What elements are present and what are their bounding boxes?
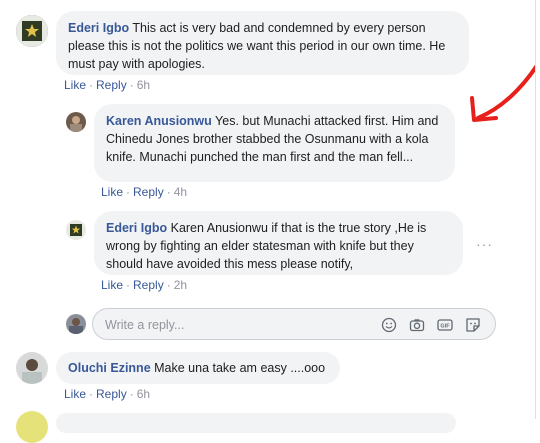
reply-link[interactable]: Reply <box>96 78 127 92</box>
separator-dot: · <box>166 278 171 292</box>
red-arrow-annotation <box>470 62 540 122</box>
avatar[interactable] <box>16 15 48 47</box>
avatar[interactable] <box>16 411 48 443</box>
comment-author[interactable]: Ederi Igbo <box>68 21 129 35</box>
separator-dot: · <box>126 185 131 199</box>
more-options-icon[interactable]: ··· <box>476 236 493 252</box>
avatar[interactable] <box>66 220 86 240</box>
separator-dot: · <box>129 78 134 92</box>
separator-dot: · <box>89 78 94 92</box>
comment-author[interactable]: Karen Anusionwu <box>106 114 212 128</box>
comment-bubble: Ederi Igbo This act is very bad and cond… <box>56 11 469 75</box>
comment-actions: Like · Reply · 6h <box>64 78 150 92</box>
comment-text: Make una take am easy ....ooo <box>154 361 326 375</box>
current-user-avatar <box>66 314 86 334</box>
avatar-photo-icon <box>66 314 86 334</box>
avatar-photo-icon <box>16 352 48 384</box>
like-link[interactable]: Like <box>101 278 123 292</box>
comment-bubble <box>56 413 456 433</box>
separator-dot: · <box>129 387 134 401</box>
sticker-icon[interactable] <box>465 317 481 333</box>
reply-link[interactable]: Reply <box>96 387 127 401</box>
reply-input[interactable] <box>103 316 377 334</box>
emoji-icon[interactable] <box>381 317 397 333</box>
comment-bubble: Karen Anusionwu Yes. but Munachi attacke… <box>94 104 455 182</box>
avatar-emblem-icon <box>66 220 86 240</box>
avatar-photo-icon <box>66 112 86 132</box>
camera-icon[interactable] <box>409 317 425 333</box>
separator-dot: · <box>166 185 171 199</box>
svg-text:GIF: GIF <box>440 324 450 330</box>
comment-time[interactable]: 6h <box>137 78 150 92</box>
separator-dot: · <box>89 387 94 401</box>
comment-time[interactable]: 4h <box>174 185 187 199</box>
scrollbar[interactable] <box>535 0 540 419</box>
comment-author[interactable]: Ederi Igbo <box>106 221 167 235</box>
avatar[interactable] <box>16 352 48 384</box>
comment-actions: Like · Reply · 6h <box>64 387 150 401</box>
comment-actions: Like · Reply · 2h <box>101 278 187 292</box>
comment-actions: Like · Reply · 4h <box>101 185 187 199</box>
comment-bubble: Oluchi Ezinne Make una take am easy ....… <box>56 352 340 384</box>
like-link[interactable]: Like <box>64 78 86 92</box>
like-link[interactable]: Like <box>64 387 86 401</box>
reply-link[interactable]: Reply <box>133 278 164 292</box>
comment-bubble: Ederi Igbo Karen Anusionwu if that is th… <box>94 211 463 275</box>
reply-link[interactable]: Reply <box>133 185 164 199</box>
comment-time[interactable]: 6h <box>137 387 150 401</box>
reply-box[interactable]: GIF <box>92 308 496 340</box>
comment-time[interactable]: 2h <box>174 278 187 292</box>
separator-dot: · <box>126 278 131 292</box>
avatar[interactable] <box>66 112 86 132</box>
gif-icon[interactable]: GIF <box>437 317 453 333</box>
comment-author[interactable]: Oluchi Ezinne <box>68 361 151 375</box>
like-link[interactable]: Like <box>101 185 123 199</box>
avatar-emblem-icon <box>16 15 48 47</box>
